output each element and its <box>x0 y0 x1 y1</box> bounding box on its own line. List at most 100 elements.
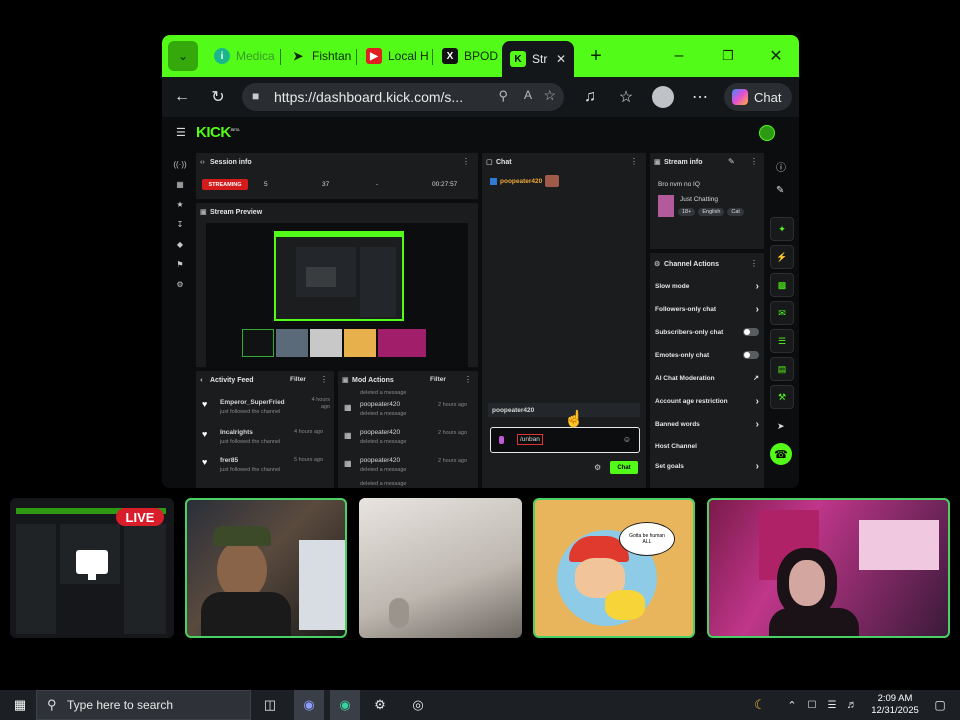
url-field[interactable]: ■ https://dashboard.kick.com/s... ⚲ A ☆ <box>242 83 564 111</box>
media-control-icon[interactable]: ♫ <box>578 85 602 109</box>
steam-icon[interactable]: ⚙ <box>368 693 392 717</box>
send-chat-button[interactable]: Chat <box>610 461 638 474</box>
tab-fishtank[interactable]: ➤ Fishtan <box>282 41 354 71</box>
user-avatar[interactable] <box>759 125 775 141</box>
windows-start-icon[interactable]: ▦ <box>8 693 32 717</box>
discord-icon[interactable]: ◉ <box>294 690 324 720</box>
close-window-button[interactable]: ✕ <box>764 45 788 67</box>
settings-icon[interactable]: ⚙ <box>594 463 601 472</box>
chevron-down-icon: ⌄ <box>177 49 189 63</box>
url-text: https://dashboard.kick.com/s... <box>274 89 464 105</box>
emotes-only-row[interactable]: Emotes-only chat <box>655 348 759 362</box>
mouse-cursor-icon: ☝ <box>564 411 584 428</box>
close-tab-icon[interactable]: ✕ <box>556 52 566 66</box>
obs-icon[interactable]: ◎ <box>406 693 430 717</box>
stream-duration: 00:27:57 <box>432 181 458 188</box>
lightning-icon[interactable]: ⚡ <box>770 245 794 269</box>
edit-icon[interactable]: ✎ <box>776 185 784 196</box>
minimize-button[interactable]: – <box>667 45 691 67</box>
shield-icon[interactable]: ◆ <box>175 239 185 249</box>
list-item: ♥ frer85 just followed the channel 5 hou… <box>202 457 324 473</box>
notification-icon[interactable]: ▢ <box>928 693 952 717</box>
broadcast-icon[interactable]: ((·)) <box>173 159 186 169</box>
edge-icon[interactable]: ◉ <box>330 690 360 720</box>
stream-category: Just Chatting <box>680 196 718 203</box>
list-item: ♥ Emperor_SuperFried just followed the c… <box>202 397 330 415</box>
chat-bubble-icon[interactable]: ✉ <box>770 301 794 325</box>
chat-input[interactable]: /unban ☺ <box>490 427 640 453</box>
slow-mode-row[interactable]: Slow mode › <box>655 279 759 293</box>
flag-icon[interactable]: ⚑ <box>175 259 185 269</box>
panel-menu-icon[interactable]: ⋮ <box>750 259 758 268</box>
set-goals-row[interactable]: Set goals › <box>655 459 759 473</box>
followers-only-row[interactable]: Followers-only chat › <box>655 302 759 316</box>
night-mode-icon[interactable]: ☾ <box>748 693 772 717</box>
heart-icon: ♥ <box>202 457 208 467</box>
more-menu-icon[interactable]: ⋯ <box>688 85 712 109</box>
read-aloud-icon[interactable]: A <box>524 88 532 102</box>
support-button[interactable]: ☎ <box>770 443 792 465</box>
youtube-icon: ▶ <box>366 48 382 64</box>
trophy-icon[interactable]: ★ <box>175 199 185 209</box>
download-icon[interactable]: ↧ <box>175 219 185 229</box>
activity-filter-button[interactable]: Filter <box>290 376 306 383</box>
copilot-chat-button[interactable]: Chat <box>724 83 792 111</box>
tab-x[interactable]: X BPOD <box>434 41 502 71</box>
settings-icon[interactable]: ⚙ <box>175 279 185 289</box>
wrench-icon[interactable]: ⚒ <box>770 385 794 409</box>
ai-moderation-row[interactable]: AI Chat Moderation ↗ <box>655 371 759 385</box>
mod-filter-button[interactable]: Filter <box>430 376 446 383</box>
edit-pencil-icon[interactable]: ✎ <box>728 157 735 166</box>
channel-icon[interactable]: ▤ <box>770 357 794 381</box>
subscribers-only-row[interactable]: Subscribers-only chat <box>655 325 759 339</box>
webcam-tile-1 <box>185 498 347 638</box>
info-icon[interactable]: ⓘ <box>776 159 786 174</box>
emotes-only-toggle[interactable] <box>743 351 759 359</box>
subscribers-only-toggle[interactable] <box>743 328 759 336</box>
raid-icon[interactable]: ✦ <box>770 217 794 241</box>
refresh-button[interactable]: ↻ <box>206 85 230 109</box>
chevron-right-icon: › <box>755 280 759 292</box>
tab-medical[interactable]: i Medica <box>206 41 278 71</box>
emote-icon <box>545 175 560 187</box>
address-bar-row: ← ↻ ■ https://dashboard.kick.com/s... ⚲ … <box>162 77 799 117</box>
lock-icon: ■ <box>252 89 260 103</box>
kick-dashboard: ☰ KICKBETA ((·)) ▦ ★ ↧ ◆ ⚑ ⚙ ‹› Session i… <box>162 117 799 488</box>
panel-menu-icon[interactable]: ⋮ <box>462 157 470 166</box>
clock[interactable]: 2:09 AM 12/31/2025 <box>866 693 924 717</box>
panel-menu-icon[interactable]: ⋮ <box>464 375 472 384</box>
taskbar-search-input[interactable]: ⚲ Type here to search <box>36 690 251 720</box>
banned-words-row[interactable]: Banned words › <box>655 417 759 431</box>
poll-icon[interactable]: ☰ <box>770 329 794 353</box>
avatar[interactable] <box>652 86 674 108</box>
zoom-icon[interactable]: ⚲ <box>498 88 508 104</box>
kick-icon: K <box>510 51 526 67</box>
favorite-star-icon[interactable]: ☆ <box>543 87 556 104</box>
preview-video[interactable] <box>206 223 468 367</box>
tab-actions-button[interactable]: ⌄ <box>168 41 198 71</box>
volume-icon[interactable]: ♬ <box>840 693 864 717</box>
clip-icon[interactable]: ▩ <box>770 273 794 297</box>
emoji-icon[interactable]: ☺ <box>623 435 631 444</box>
favorites-icon[interactable]: ☆ <box>614 85 638 109</box>
panel-menu-icon[interactable]: ⋮ <box>630 157 638 166</box>
panel-menu-icon[interactable]: ⋮ <box>750 157 758 166</box>
chat-message: poopeater420 <box>490 175 560 187</box>
grid-icon[interactable]: ▦ <box>175 179 185 189</box>
tab-youtube[interactable]: ▶ Local H <box>358 41 430 71</box>
panel-title: ▣ Stream info <box>654 158 703 167</box>
chevron-right-icon: › <box>755 418 759 430</box>
panel-menu-icon[interactable]: ⋮ <box>320 375 328 384</box>
task-view-icon[interactable]: ◫ <box>258 693 282 717</box>
share-icon[interactable]: ➤ <box>777 421 785 432</box>
tab-kick[interactable]: K Str ✕ <box>502 41 574 77</box>
hamburger-menu-icon[interactable]: ☰ <box>176 126 186 139</box>
maximize-button[interactable]: ❐ <box>716 45 740 67</box>
sub-count: - <box>376 181 379 188</box>
new-tab-button[interactable]: + <box>584 45 608 67</box>
back-button[interactable]: ← <box>170 85 194 109</box>
host-channel-row[interactable]: Host Channel <box>655 439 759 453</box>
account-age-row[interactable]: Account age restriction › <box>655 394 759 408</box>
mod-badge-icon <box>490 177 497 185</box>
mic-icon[interactable] <box>499 436 504 444</box>
